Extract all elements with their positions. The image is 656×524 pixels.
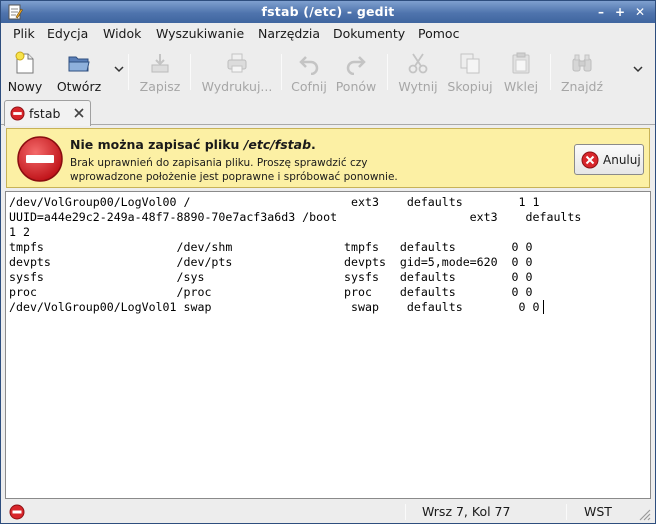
cancel-icon xyxy=(581,151,599,169)
toolbar: Nowy Otwórz Zapisz Wydrukuj... Cofnij Po… xyxy=(1,44,655,98)
save-icon xyxy=(151,54,169,73)
close-window-icon[interactable]: ✕ xyxy=(632,4,648,20)
menu-widok[interactable]: Widok xyxy=(103,26,141,41)
new-document-icon xyxy=(15,51,34,74)
menu-edycja[interactable]: Edycja xyxy=(47,26,88,41)
error-infobar: Nie można zapisać pliku /etc/fstab. Brak… xyxy=(6,128,650,188)
text-cursor xyxy=(543,300,544,314)
resize-grip-icon[interactable] xyxy=(637,507,651,521)
menu-dokumenty[interactable]: Dokumenty xyxy=(333,26,405,41)
text-editor[interactable]: /dev/VolGroup00/LogVol00 / ext3 defaults… xyxy=(5,191,651,499)
cut-button[interactable]: Wytnij xyxy=(397,49,439,95)
binoculars-icon xyxy=(572,54,592,72)
status-separator xyxy=(566,504,567,520)
tab-fstab[interactable]: fstab xyxy=(4,100,91,126)
print-button[interactable]: Wydrukuj... xyxy=(200,49,274,95)
menu-plik[interactable]: Plik xyxy=(13,26,35,41)
minimize-icon[interactable]: – xyxy=(593,4,609,20)
error-icon xyxy=(10,106,25,121)
open-folder-icon xyxy=(68,56,90,72)
scissors-icon xyxy=(408,53,428,74)
maximize-icon[interactable]: + xyxy=(612,4,628,20)
paste-button[interactable]: Wklej xyxy=(501,49,541,95)
menu-narzedzia[interactable]: Narzędzia xyxy=(258,26,320,41)
text-line: devpts /dev/pts devpts gid=5,mode=620 0 … xyxy=(9,255,533,269)
text-line: /dev/VolGroup00/LogVol00 / ext3 defaults… xyxy=(9,195,540,209)
close-tab-icon[interactable] xyxy=(71,105,87,121)
infobar-message: Brak uprawnień do zapisania pliku. Prosz… xyxy=(70,157,398,183)
status-separator xyxy=(405,504,406,520)
cancel-button[interactable]: Anuluj xyxy=(574,144,644,175)
text-line: 1 2 xyxy=(9,225,30,239)
toolbar-separator xyxy=(550,54,551,90)
save-button[interactable]: Zapisz xyxy=(137,49,183,95)
document-tabs: fstab xyxy=(1,98,655,126)
copy-icon xyxy=(460,53,480,74)
error-icon xyxy=(9,504,25,520)
text-line: UUID=a44e29c2-249a-48f7-8890-70e7acf3a6d… xyxy=(9,210,582,224)
find-button[interactable]: Znajdź xyxy=(559,49,605,95)
menu-wyszukiwanie[interactable]: Wyszukiwanie xyxy=(156,26,244,41)
text-line: /dev/VolGroup00/LogVol01 swap swap defau… xyxy=(9,300,540,314)
gedit-window: fstab (/etc) - gedit – + ✕ Plik Edycja W… xyxy=(0,0,656,524)
open-button[interactable]: Otwórz xyxy=(53,49,105,95)
menu-pomoc[interactable]: Pomoc xyxy=(418,26,459,41)
toolbar-separator xyxy=(190,54,191,90)
new-button[interactable]: Nowy xyxy=(5,49,45,95)
paste-icon xyxy=(512,52,530,74)
cursor-position: Wrsz 7, Kol 77 xyxy=(422,504,511,519)
redo-icon xyxy=(346,56,366,75)
printer-icon xyxy=(227,53,247,73)
toolbar-separator xyxy=(387,54,388,90)
text-line: tmpfs /dev/shm tmpfs defaults 0 0 xyxy=(9,240,533,254)
title-bar[interactable]: fstab (/etc) - gedit – + ✕ xyxy=(1,1,655,23)
toolbar-separator xyxy=(281,54,282,90)
infobar-heading: Nie można zapisać pliku /etc/fstab. xyxy=(70,137,316,152)
chevron-down-icon[interactable] xyxy=(633,64,643,74)
redo-button[interactable]: Ponów xyxy=(335,49,377,95)
undo-icon xyxy=(299,56,319,75)
text-line: sysfs /sys sysfs defaults 0 0 xyxy=(9,270,533,284)
status-bar: Wrsz 7, Kol 77 WST xyxy=(1,501,655,523)
text-line: proc /proc proc defaults 0 0 xyxy=(9,285,533,299)
copy-button[interactable]: Skopiuj xyxy=(445,49,495,95)
window-title: fstab (/etc) - gedit xyxy=(261,4,395,19)
insert-mode: WST xyxy=(584,504,612,519)
chevron-down-icon[interactable] xyxy=(114,64,124,74)
error-icon xyxy=(17,136,63,182)
toolbar-separator xyxy=(128,54,129,90)
menu-bar: Plik Edycja Widok Wyszukiwanie Narzędzia… xyxy=(1,23,655,44)
undo-button[interactable]: Cofnij xyxy=(289,49,329,95)
